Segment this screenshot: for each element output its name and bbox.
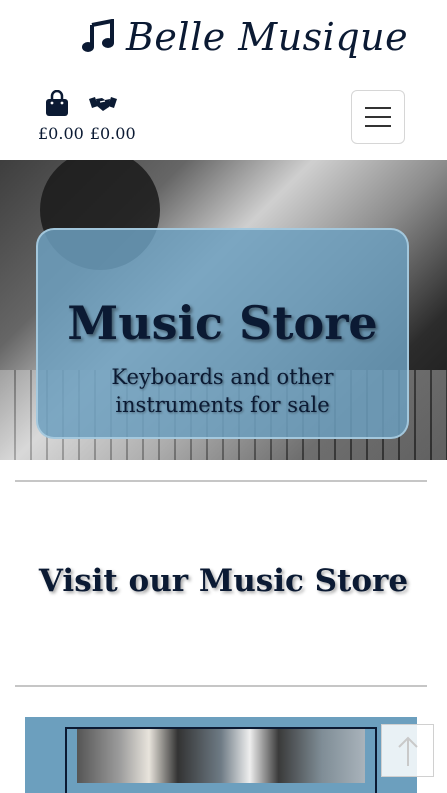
- hamburger-bar: [365, 116, 391, 118]
- cart-summary[interactable]: £0.00 £0.00: [36, 90, 136, 150]
- arrow-up-icon: [397, 736, 418, 766]
- hero-subtitle: Keyboards and other instruments for sale: [111, 364, 334, 417]
- section-heading: Visit our Music Store: [38, 563, 409, 599]
- back-to-top-button[interactable]: [381, 724, 434, 777]
- hamburger-menu-icon: [365, 107, 391, 109]
- hamburger-bar: [365, 125, 391, 127]
- hero-card: Music Store Keyboards and other instrume…: [36, 228, 409, 439]
- site-header: Belle Musique £0.00 £0.00: [0, 0, 447, 160]
- hero-title: Music Store: [67, 296, 378, 350]
- cart-totals: £0.00 £0.00: [38, 124, 142, 143]
- handshake-total: £0.00: [89, 124, 136, 143]
- store-gallery: [25, 717, 417, 793]
- store-photo[interactable]: [77, 729, 365, 783]
- divider: [15, 480, 427, 482]
- shopping-bag-icon[interactable]: [44, 90, 70, 118]
- bag-total: £0.00: [38, 124, 84, 143]
- handshake-icon[interactable]: [88, 90, 118, 118]
- music-note-icon: [82, 19, 114, 52]
- brand-name: Belle Musique: [126, 15, 409, 59]
- hero-banner: Music Store Keyboards and other instrume…: [0, 160, 447, 460]
- divider: [15, 685, 427, 687]
- navbar-toggle-button[interactable]: [351, 90, 405, 144]
- cart-icons: [44, 90, 130, 118]
- brand-logo-link[interactable]: Belle Musique: [80, 18, 408, 56]
